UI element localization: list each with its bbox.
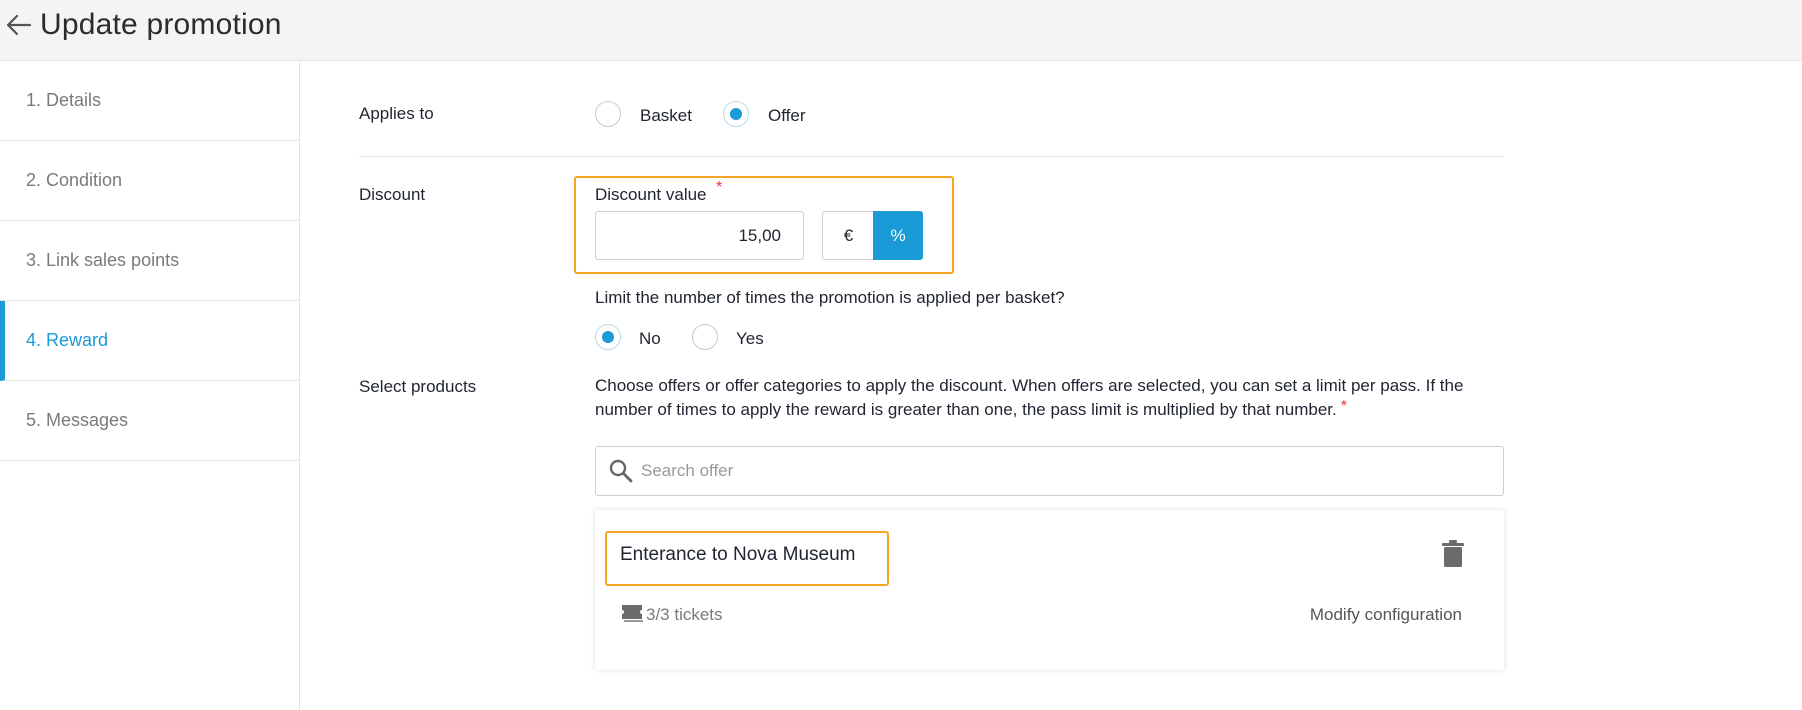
step-label: 1. Details xyxy=(26,90,102,110)
ticket-icon xyxy=(622,605,643,622)
euro-unit-button[interactable]: € xyxy=(822,211,874,260)
percent-unit-button[interactable]: % xyxy=(873,211,923,260)
page-title: Update promotion xyxy=(40,8,282,41)
required-mark: * xyxy=(1340,398,1347,415)
select-products-label: Select products xyxy=(359,377,477,396)
limit-question: Limit the number of times the promotion … xyxy=(595,288,1065,307)
trash-icon[interactable] xyxy=(1441,540,1465,568)
step-link-sales-points[interactable]: 3. Link sales points xyxy=(0,221,300,301)
products-description: Choose offers or offer categories to app… xyxy=(595,374,1505,423)
limit-yes-radio[interactable] xyxy=(692,324,718,350)
discount-value-input[interactable] xyxy=(595,211,804,260)
steps-sidebar: 1. Details 2. Condition 3. Link sales po… xyxy=(0,61,300,710)
step-label: 4. Reward xyxy=(26,330,109,350)
applies-to-label: Applies to xyxy=(359,104,434,123)
step-messages[interactable]: 5. Messages xyxy=(0,381,300,461)
basket-radio-label: Basket xyxy=(640,106,692,125)
step-label: 3. Link sales points xyxy=(26,250,180,270)
offer-radio[interactable] xyxy=(723,101,749,127)
step-condition[interactable]: 2. Condition xyxy=(0,141,300,221)
section-divider xyxy=(359,156,1504,157)
page-header: Update promotion xyxy=(0,0,1802,60)
limit-no-radio[interactable] xyxy=(595,324,621,350)
reward-form: Applies to Basket Offer Discount Discoun… xyxy=(300,61,1802,710)
step-label: 5. Messages xyxy=(26,410,129,430)
discount-section-label: Discount xyxy=(359,185,426,204)
search-offer-input[interactable] xyxy=(641,448,1491,494)
products-description-text: Choose offers or offer categories to app… xyxy=(595,376,1464,419)
back-arrow-icon[interactable] xyxy=(4,12,34,38)
limit-yes-label: Yes xyxy=(736,329,764,348)
tickets-count: 3/3 tickets xyxy=(646,605,723,624)
step-label: 2. Condition xyxy=(26,170,123,190)
step-details[interactable]: 1. Details xyxy=(0,61,300,141)
required-mark: * xyxy=(716,179,723,196)
search-offer-box[interactable] xyxy=(595,446,1504,496)
limit-no-label: No xyxy=(639,329,661,348)
offer-radio-label: Offer xyxy=(768,106,806,125)
basket-radio[interactable] xyxy=(595,101,621,127)
offer-title: Enterance to Nova Museum xyxy=(620,544,856,565)
step-reward[interactable]: 4. Reward xyxy=(0,301,300,381)
modify-configuration-link[interactable]: Modify configuration xyxy=(1310,605,1462,625)
offer-card: Enterance to Nova Museum 3/3 tickets Mod… xyxy=(595,510,1504,670)
search-icon xyxy=(609,459,633,483)
main-card: 1. Details 2. Condition 3. Link sales po… xyxy=(0,60,1802,710)
discount-value-label: Discount value xyxy=(595,185,707,204)
